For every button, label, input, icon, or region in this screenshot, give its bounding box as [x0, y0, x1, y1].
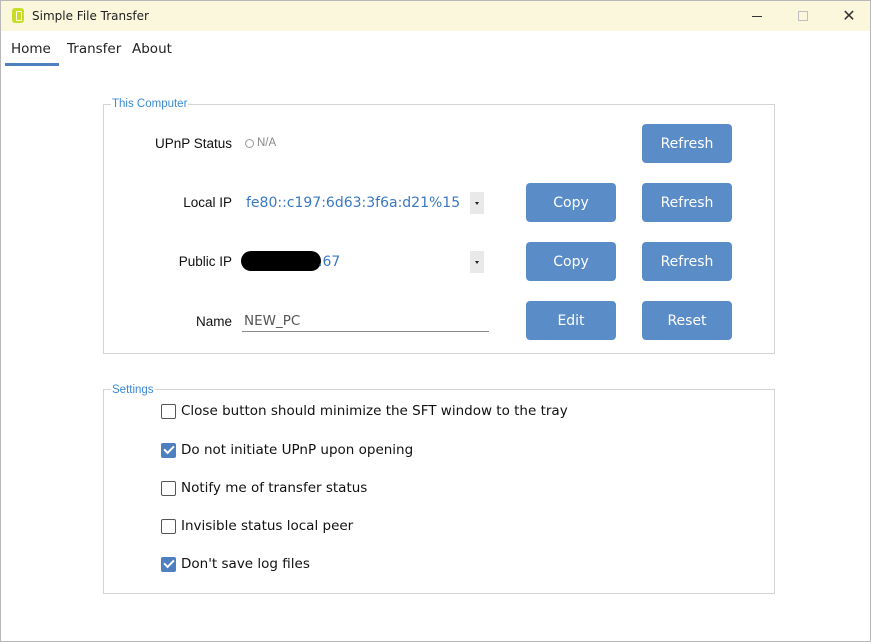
minimize-icon: [752, 15, 762, 17]
redaction-mark: [241, 251, 321, 271]
setting-label: Notify me of transfer status: [181, 480, 368, 496]
upnp-status-value: N/A: [245, 137, 276, 149]
name-edit-button[interactable]: Edit: [526, 301, 616, 340]
active-tab-indicator: [5, 63, 59, 66]
status-indicator-icon: [245, 138, 254, 148]
checkbox[interactable]: [161, 518, 176, 534]
setting-invisible-status[interactable]: Invisible status local peer: [161, 518, 353, 534]
tab-transfer[interactable]: Transfer: [67, 41, 121, 57]
local-ip-dropdown[interactable]: [470, 192, 484, 214]
close-button[interactable]: ✕: [826, 1, 871, 31]
checkbox[interactable]: [161, 480, 176, 496]
local-ip-value[interactable]: fe80::c197:6d63:3f6a:d21%15: [246, 195, 460, 211]
local-ip-copy-button[interactable]: Copy: [526, 183, 616, 222]
close-icon: ✕: [842, 8, 856, 25]
maximize-icon: [798, 11, 808, 21]
upnp-status-label: UPnP Status: [154, 136, 232, 151]
setting-no-upnp[interactable]: Do not initiate UPnP upon opening: [161, 442, 413, 458]
title-bar[interactable]: Simple File Transfer ✕: [1, 1, 870, 31]
checkbox[interactable]: [161, 556, 176, 572]
setting-minimize-to-tray[interactable]: Close button should minimize the SFT win…: [161, 403, 568, 419]
minimize-button[interactable]: [734, 1, 780, 31]
upnp-refresh-button[interactable]: Refresh: [642, 124, 732, 163]
setting-no-log-files[interactable]: Don't save log files: [161, 556, 310, 572]
public-ip-label: Public IP: [178, 254, 232, 269]
checkbox[interactable]: [161, 442, 176, 458]
setting-label: Close button should minimize the SFT win…: [181, 403, 568, 419]
public-ip-value[interactable]: .67: [318, 254, 340, 270]
setting-label: Do not initiate UPnP upon opening: [181, 442, 414, 458]
window-title: Simple File Transfer: [32, 9, 149, 23]
name-field[interactable]: [242, 311, 489, 332]
this-computer-title: This Computer: [111, 98, 189, 110]
name-reset-button[interactable]: Reset: [642, 301, 732, 340]
maximize-button[interactable]: [780, 1, 826, 31]
local-ip-label: Local IP: [183, 195, 232, 210]
setting-label: Invisible status local peer: [181, 518, 354, 534]
app-logo-icon: [12, 8, 24, 23]
setting-notify-transfer[interactable]: Notify me of transfer status: [161, 480, 367, 496]
public-ip-refresh-button[interactable]: Refresh: [642, 242, 732, 281]
tab-bar: Home Transfer About: [1, 32, 870, 66]
tab-home[interactable]: Home: [11, 41, 51, 57]
setting-label: Don't save log files: [181, 556, 310, 572]
name-label: Name: [195, 314, 232, 329]
tab-about[interactable]: About: [132, 41, 172, 57]
public-ip-dropdown[interactable]: [470, 251, 484, 273]
local-ip-refresh-button[interactable]: Refresh: [642, 183, 732, 222]
upnp-status-text: N/A: [257, 137, 277, 149]
settings-title: Settings: [111, 384, 155, 396]
public-ip-copy-button[interactable]: Copy: [526, 242, 616, 281]
checkbox[interactable]: [161, 403, 176, 419]
